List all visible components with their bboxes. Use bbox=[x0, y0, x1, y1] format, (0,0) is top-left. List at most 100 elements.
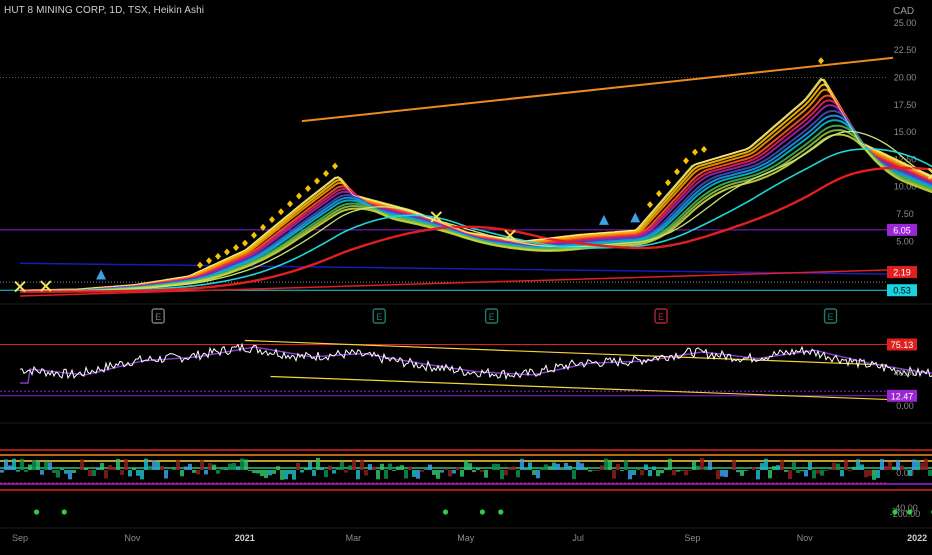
osc-bar bbox=[112, 467, 116, 470]
osc-bar bbox=[96, 467, 100, 470]
diamond-marker-icon bbox=[224, 248, 230, 255]
chart-canvas[interactable]: HUT 8 MINING CORP, 1D, TSX, Heikin Ashi … bbox=[0, 0, 932, 550]
osc-bar bbox=[772, 466, 776, 470]
osc-bar bbox=[140, 470, 144, 479]
osc-bar bbox=[852, 467, 856, 470]
osc-bar bbox=[920, 463, 924, 470]
price-label: 6.05 bbox=[893, 225, 911, 235]
osc-bar bbox=[764, 459, 768, 470]
osc-bar bbox=[868, 470, 872, 476]
diamond-marker-icon bbox=[197, 262, 203, 269]
osc-bar bbox=[324, 470, 328, 477]
osc-bar bbox=[188, 464, 192, 470]
osc-bar bbox=[716, 470, 720, 479]
osc-bar bbox=[300, 470, 304, 472]
osc-bar bbox=[672, 470, 676, 475]
diamond-marker-icon bbox=[215, 253, 221, 260]
osc-bar bbox=[84, 468, 88, 470]
y-tick-label: 22.50 bbox=[894, 45, 917, 55]
ma-ribbon-line bbox=[20, 96, 932, 291]
osc-bar bbox=[368, 464, 372, 470]
dot-signal-icon bbox=[498, 509, 503, 514]
osc-bar bbox=[204, 470, 208, 474]
osc-bar bbox=[316, 458, 320, 470]
osc-bar bbox=[700, 458, 704, 470]
osc-bar bbox=[588, 470, 592, 472]
osc-bar bbox=[424, 469, 428, 470]
osc-bar bbox=[360, 460, 364, 470]
x-tick-label: Nov bbox=[124, 533, 141, 543]
osc-bar bbox=[228, 464, 232, 470]
osc-bar bbox=[908, 470, 912, 476]
osc-bar bbox=[312, 470, 316, 476]
diamond-marker-icon bbox=[323, 170, 329, 177]
osc-bar bbox=[592, 470, 596, 471]
y-tick-label: 7.50 bbox=[896, 209, 914, 219]
osc-bar bbox=[384, 470, 388, 479]
osc-bar bbox=[240, 458, 244, 470]
y-tick-label: 5.00 bbox=[896, 236, 914, 246]
osc-bar bbox=[568, 466, 572, 470]
osc-bar bbox=[720, 470, 724, 476]
osc-bar bbox=[740, 470, 744, 476]
osc-bar bbox=[216, 470, 220, 474]
osc-bar bbox=[504, 470, 508, 475]
ma-ribbon-line bbox=[20, 111, 932, 291]
diamond-marker-icon bbox=[665, 179, 671, 186]
osc-bar bbox=[560, 469, 564, 470]
ma-ribbon-line bbox=[20, 84, 932, 290]
diamond-marker-icon bbox=[233, 244, 239, 251]
x-tick-label: Mar bbox=[346, 533, 362, 543]
osc-bar bbox=[896, 460, 900, 470]
diamond-marker-icon bbox=[296, 193, 302, 200]
diamond-marker-icon bbox=[287, 200, 293, 207]
osc-bar bbox=[776, 465, 780, 470]
osc-bar bbox=[160, 466, 164, 470]
osc-bar bbox=[620, 470, 624, 471]
ma-ribbon-line bbox=[20, 135, 932, 292]
osc-bar bbox=[332, 470, 336, 474]
osc-bar bbox=[108, 465, 112, 470]
osc-bar bbox=[280, 470, 284, 480]
chart-svg[interactable]: 25.0022.5020.0017.5015.0012.5010.007.505… bbox=[0, 0, 932, 550]
osc-bar bbox=[200, 460, 204, 470]
x-tick-label: Nov bbox=[797, 533, 814, 543]
diamond-marker-icon bbox=[692, 149, 698, 156]
osc-bar bbox=[88, 470, 92, 476]
ma-ribbon-line bbox=[20, 105, 932, 291]
osc-bar bbox=[828, 469, 832, 470]
osc-bar bbox=[60, 469, 64, 470]
ma-ribbon-line bbox=[20, 80, 932, 291]
osc-bar bbox=[572, 470, 576, 479]
rsi-tick-label: 0.00 bbox=[896, 401, 914, 411]
osc-bar bbox=[196, 470, 200, 475]
osc-bar bbox=[336, 469, 340, 470]
osc-bar bbox=[800, 470, 804, 471]
osc-bar bbox=[256, 470, 260, 473]
osc-bar bbox=[804, 470, 808, 476]
osc-bar bbox=[388, 464, 392, 470]
osc-bar bbox=[0, 470, 4, 473]
osc-bar bbox=[100, 463, 104, 470]
osc-bar bbox=[148, 466, 152, 470]
osc-bar bbox=[816, 470, 820, 474]
osc-bar bbox=[464, 460, 468, 470]
rsi-label: 12.47 bbox=[891, 391, 914, 401]
osc-bar bbox=[584, 468, 588, 470]
osc-bar bbox=[596, 470, 600, 471]
osc-bar bbox=[924, 459, 928, 470]
osc-bar bbox=[376, 470, 380, 479]
osc-bar bbox=[692, 461, 696, 470]
osc-bar bbox=[276, 466, 280, 470]
osc-bar bbox=[472, 470, 476, 472]
earnings-icon-label: E bbox=[376, 312, 382, 322]
osc-bar bbox=[640, 470, 644, 475]
x-tick-label: 2022 bbox=[907, 533, 927, 543]
x-tick-label: 2021 bbox=[235, 533, 255, 543]
osc-bar bbox=[564, 463, 568, 470]
osc-bar bbox=[556, 464, 560, 470]
osc-bar bbox=[512, 466, 516, 470]
osc-bar bbox=[860, 464, 864, 470]
osc-bar bbox=[768, 470, 772, 478]
triangle-marker-icon bbox=[96, 269, 106, 279]
